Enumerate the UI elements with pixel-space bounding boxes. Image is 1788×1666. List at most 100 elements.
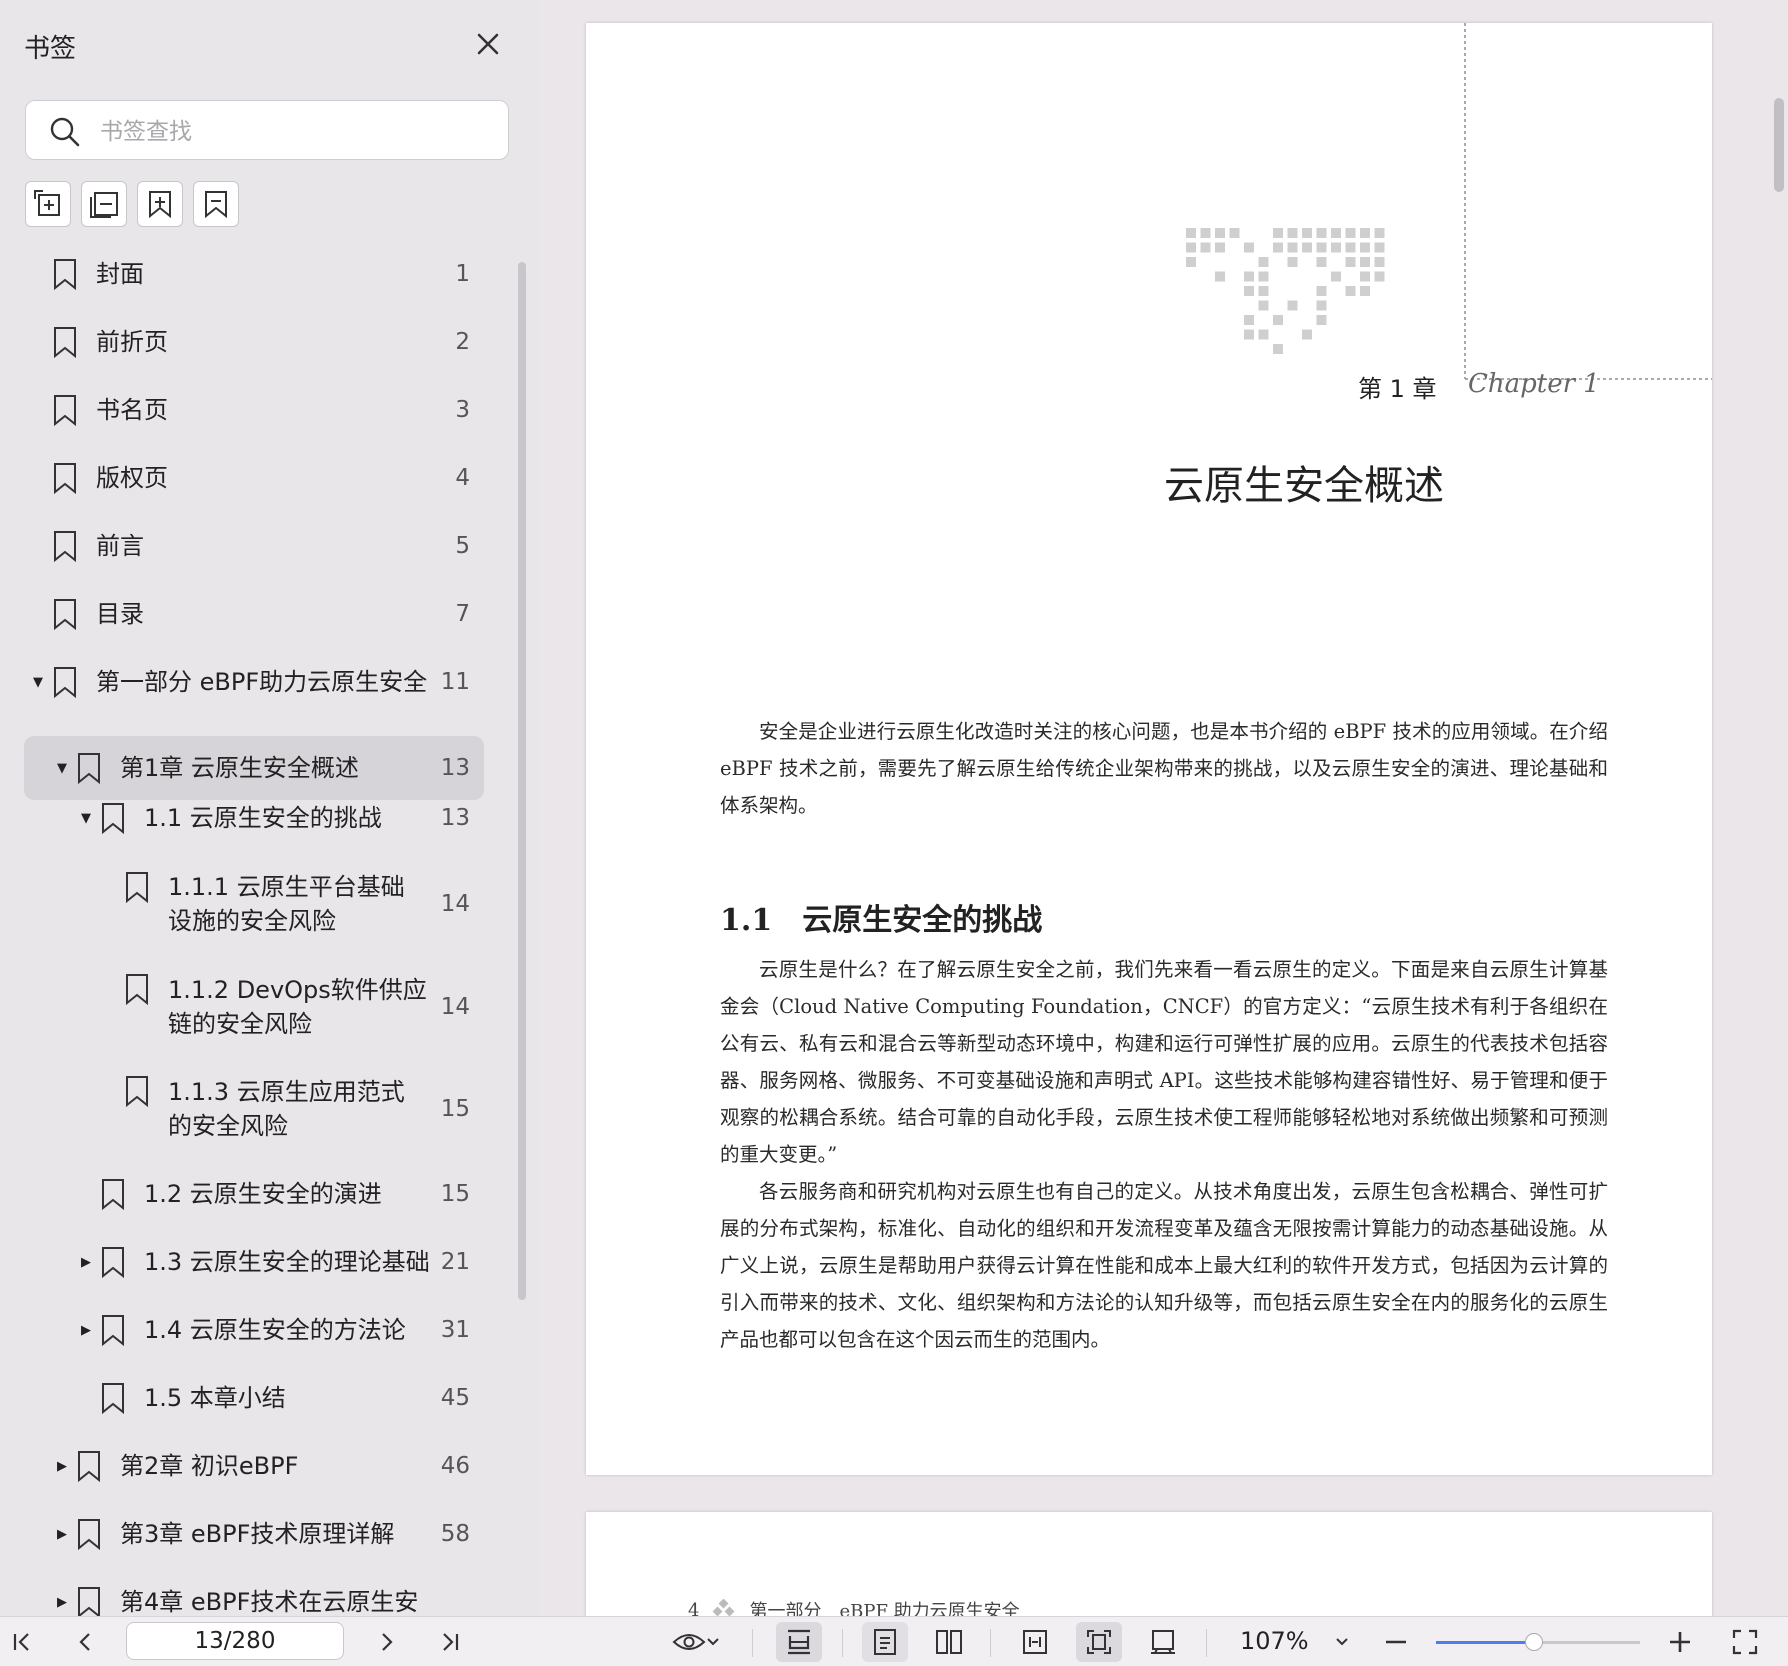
ornament-pixel [1244, 286, 1254, 296]
zoom-slider[interactable] [1436, 1633, 1640, 1651]
zoom-slider-fill [1436, 1641, 1534, 1644]
expand-all-button[interactable] [25, 181, 71, 227]
ornament-pixel [1258, 329, 1269, 340]
zoom-slider-handle[interactable] [1524, 1633, 1543, 1651]
fit-page-icon [1087, 1630, 1111, 1654]
ornament-pixel [1345, 286, 1356, 296]
bookmark-item[interactable]: 书名页 3 [0, 376, 520, 444]
chapter-number: 第 1 章 [1358, 375, 1437, 403]
running-header-text: 第一部分 eBPF 助力云原生安全 [749, 1601, 1020, 1616]
ornament-pixel [1186, 257, 1196, 267]
caret-right-icon[interactable]: ▶ [76, 1323, 96, 1338]
plus-icon [1670, 1632, 1690, 1652]
fit-page-button[interactable] [1076, 1622, 1122, 1662]
bookmark-item[interactable]: 1.2 云原生安全的演进 15 [0, 1160, 520, 1228]
bookmark-item[interactable]: 1.1.3 云原生应用范式的安全风险 15 [0, 1058, 520, 1160]
remove-bookmark-button[interactable] [193, 181, 239, 227]
single-page-button[interactable] [862, 1622, 908, 1662]
caret-down-icon[interactable]: ▼ [76, 811, 96, 826]
collapse-all-button[interactable] [81, 181, 127, 227]
bookmark-page: 5 [455, 533, 470, 559]
ornament-pixel [1345, 257, 1356, 267]
zoom-dropdown-button[interactable] [1322, 1622, 1362, 1662]
bookmark-item[interactable]: 前折页 2 [0, 308, 520, 376]
page-number-input[interactable] [126, 1622, 344, 1660]
next-page-button[interactable] [366, 1622, 406, 1662]
last-page-button[interactable] [430, 1622, 470, 1662]
bookmark-list: 封面 1 前折页 2 书名页 3 版权页 4 前言 5 目录 7 ▼ 第一部分 … [0, 240, 520, 1616]
caret-down-icon[interactable]: ▼ [52, 761, 72, 776]
bookmark-item[interactable]: ▶ 1.4 云原生安全的方法论 31 [0, 1296, 520, 1364]
zoom-out-button[interactable] [1376, 1622, 1416, 1662]
caret-right-icon[interactable]: ▶ [52, 1595, 72, 1610]
bookmark-icon [54, 259, 76, 291]
document-page: 第 1 章 Chapter 1 云原生安全概述 安全是企业进行云原生化改造时关注… [586, 23, 1712, 1475]
bookmark-item[interactable]: ▶ 1.3 云原生安全的理论基础 21 [0, 1228, 520, 1296]
collapse-all-icon [90, 192, 118, 218]
expand-all-icon [34, 190, 60, 216]
ornament-pixel [1374, 228, 1385, 238]
caret-right-icon[interactable]: ▶ [52, 1527, 72, 1542]
caret-right-icon[interactable]: ▶ [52, 1459, 72, 1474]
bookmark-sidebar: 书签 封面 1 前折页 [0, 0, 538, 1616]
caret-down-icon[interactable]: ▼ [28, 675, 48, 690]
bookmark-item[interactable]: ▼ 1.1 云原生安全的挑战 13 [0, 784, 520, 852]
bookmark-icon [102, 1315, 124, 1347]
fit-width-button[interactable] [1012, 1622, 1058, 1662]
bookmark-item[interactable]: ▼ 第一部分 eBPF助力云原生安全 11 [0, 648, 520, 716]
bookmark-item[interactable]: ▶ 第2章 初识eBPF 46 [0, 1432, 520, 1500]
bookmark-label: 第1章 云原生安全概述 [120, 754, 359, 782]
bookmark-icon [126, 1076, 148, 1108]
ornament-pixel [1186, 242, 1196, 253]
bookmark-item[interactable]: 1.1.1 云原生平台基础设施的安全风险 14 [0, 852, 520, 956]
bookmark-page: 14 [440, 994, 470, 1020]
document-page-next: 4 第一部分 eBPF 助力云原生安全 [586, 1512, 1712, 1616]
previous-page-button[interactable] [66, 1622, 106, 1662]
view-mode-button[interactable] [664, 1622, 728, 1662]
remove-bookmark-icon [205, 191, 227, 219]
bookmark-item[interactable]: 版权页 4 [0, 444, 520, 512]
two-page-button[interactable] [926, 1622, 972, 1662]
chevron-left-icon [79, 1633, 90, 1651]
bookmark-item[interactable]: ▶ 第4章 eBPF技术在云原生安 [0, 1568, 520, 1616]
bookmark-icon [102, 803, 124, 835]
ornament-pixel [1360, 286, 1370, 296]
ornament-pixel [1360, 228, 1370, 238]
ornament-pixel [1273, 228, 1283, 238]
sidebar-scrollbar[interactable] [518, 262, 526, 1300]
scrollbar-thumb[interactable] [1774, 98, 1784, 192]
bookmark-page: 1 [455, 261, 470, 287]
zoom-in-button[interactable] [1660, 1622, 1700, 1662]
bookmark-tools [25, 181, 239, 227]
ornament-pixel [1287, 242, 1298, 253]
ornament-pixel [1258, 271, 1269, 282]
bookmark-search-input[interactable] [98, 111, 492, 153]
ornament-pixel [1258, 286, 1269, 296]
caret-right-icon[interactable]: ▶ [76, 1255, 96, 1270]
close-icon[interactable] [470, 26, 506, 62]
bookmark-icon [102, 1179, 124, 1211]
bookmark-item[interactable]: 目录 7 [0, 580, 520, 648]
bookmark-item[interactable]: 1.1.2 DevOps软件供应链的安全风险 14 [0, 956, 520, 1058]
fullscreen-icon [1732, 1629, 1758, 1655]
continuous-scroll-icon [788, 1629, 810, 1655]
bookmark-page: 45 [440, 1385, 470, 1411]
zoom-level[interactable]: 107% [1240, 1627, 1309, 1655]
bookmark-item[interactable]: 1.5 本章小结 45 [0, 1364, 520, 1432]
fullscreen-button[interactable] [1725, 1622, 1765, 1662]
continuous-scroll-button[interactable] [776, 1622, 822, 1662]
ornament-pixel [1374, 271, 1385, 282]
document-scrollbar[interactable] [1770, 0, 1788, 1616]
bookmark-icon [78, 1451, 100, 1483]
bookmark-page: 21 [440, 1249, 470, 1275]
presentation-button[interactable] [1140, 1622, 1186, 1662]
bookmark-item[interactable]: 前言 5 [0, 512, 520, 580]
bookmark-item[interactable]: 封面 1 [0, 240, 520, 308]
bookmark-item[interactable]: ▶ 第3章 eBPF技术原理详解 58 [0, 1500, 520, 1568]
first-page-button[interactable] [2, 1622, 42, 1662]
add-bookmark-button[interactable] [137, 181, 183, 227]
bottom-toolbar: 107% [0, 1616, 1788, 1666]
section-title: 云原生安全的挑战 [802, 903, 1043, 938]
bookmark-label: 1.1.1 云原生平台基础设施的安全风险 [168, 873, 405, 935]
bookmark-icon [78, 753, 100, 785]
